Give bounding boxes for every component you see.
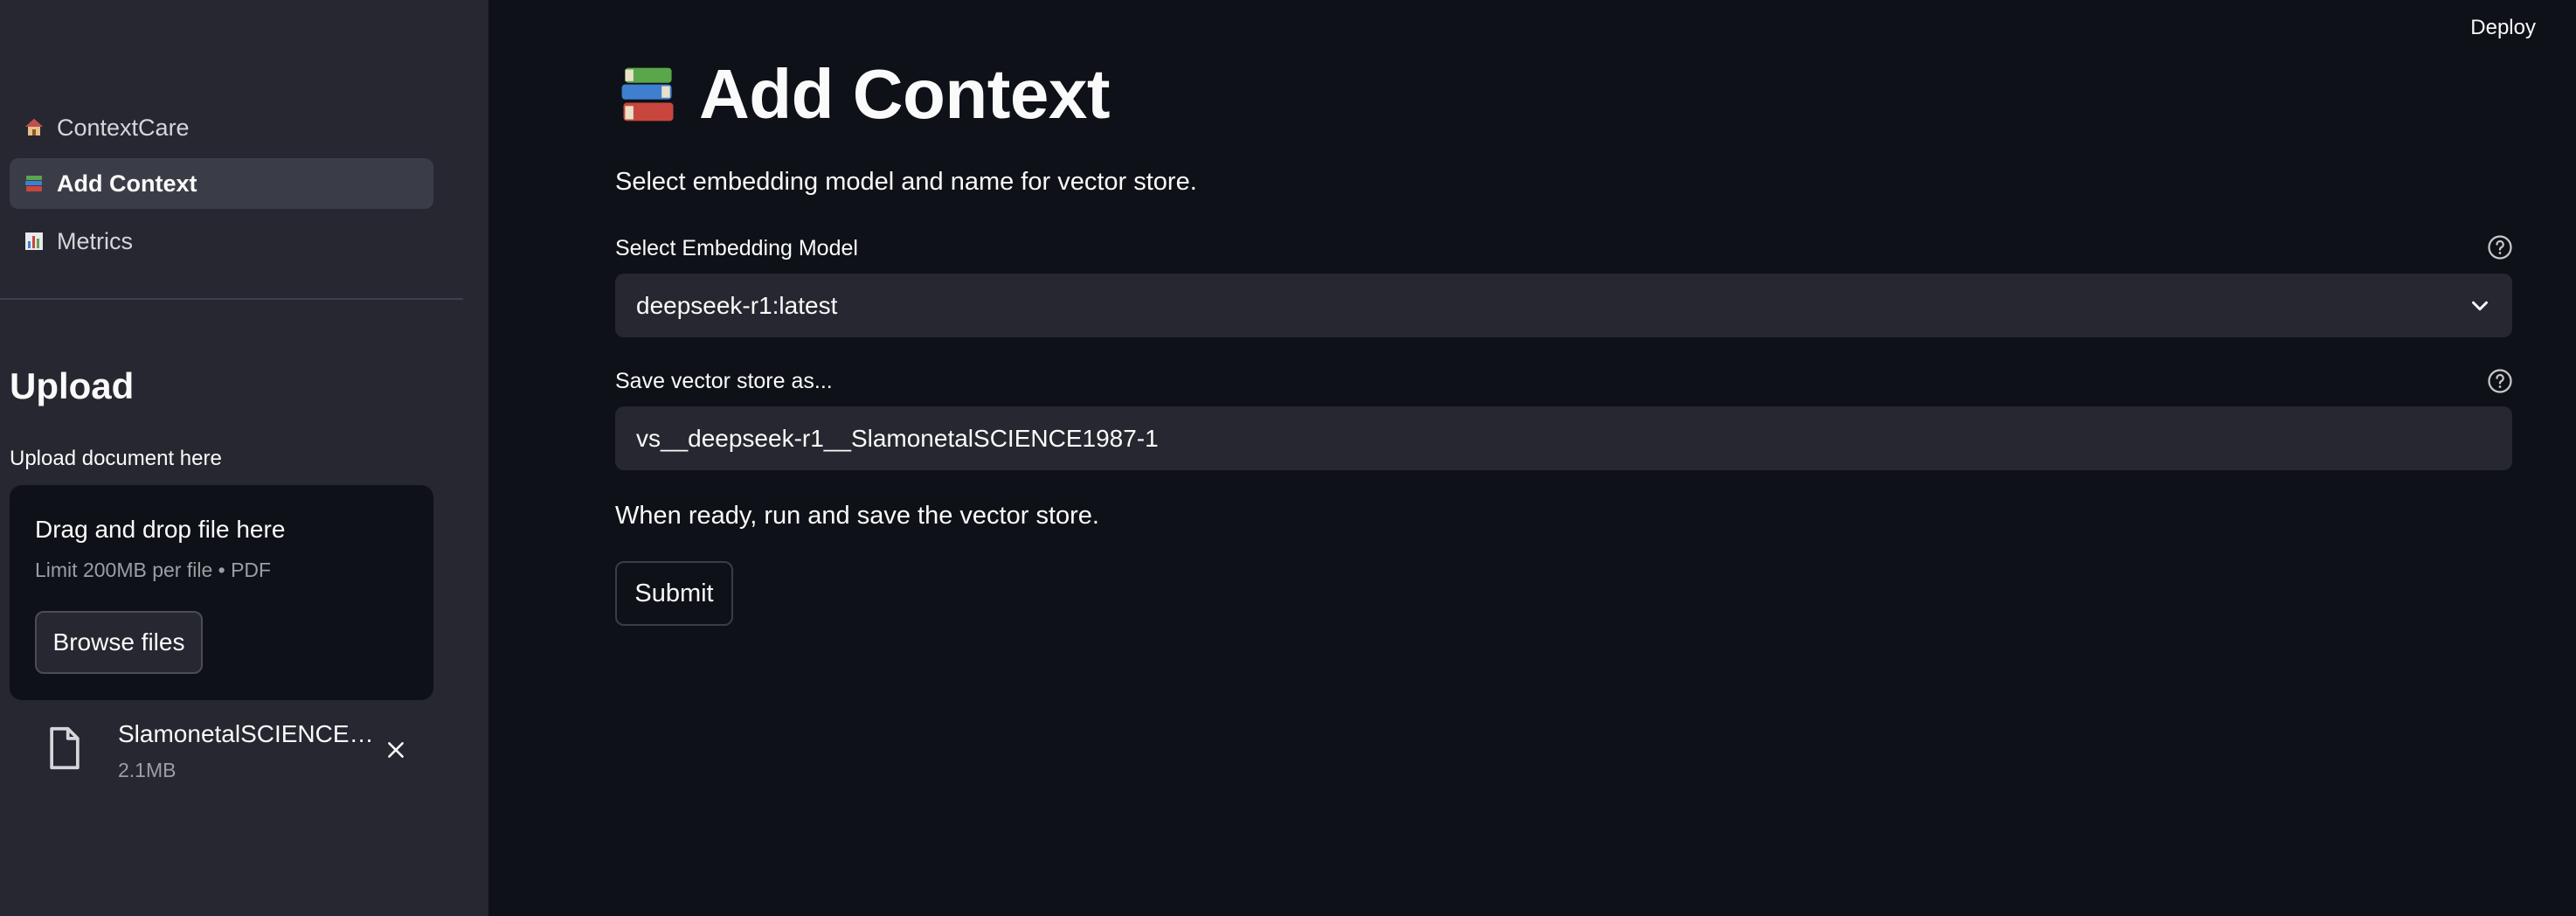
sidebar-item-label: ContextCare: [57, 114, 190, 141]
sidebar-item-label: Metrics: [57, 227, 133, 254]
embedding-model-label: Select Embedding Model: [615, 236, 858, 260]
vector-store-name-input[interactable]: [615, 406, 2512, 470]
embedding-model-select[interactable]: deepseek-r1:latest: [615, 274, 2512, 337]
sidebar-item-metrics[interactable]: Metrics: [10, 216, 433, 267]
ready-text: When ready, run and save the vector stor…: [615, 502, 1099, 530]
file-name: SlamonetalSCIENCE1987-1.pdf: [118, 720, 380, 747]
deploy-button[interactable]: Deploy: [2470, 16, 2536, 40]
file-size: 2.1MB: [118, 759, 177, 781]
submit-button[interactable]: Submit: [615, 561, 733, 626]
page-title: Add Context: [615, 54, 1111, 135]
intro-text: Select embedding model and name for vect…: [615, 168, 1197, 196]
sidebar-item-label: Add Context: [57, 170, 197, 197]
file-icon: [50, 726, 80, 770]
embedding-model-value: deepseek-r1:latest: [636, 292, 838, 319]
chevron-down-icon: [2472, 301, 2488, 311]
page-title-text: Add Context: [699, 55, 1111, 133]
vector-store-name-label: Save vector store as...: [615, 369, 833, 393]
help-icon[interactable]: [2487, 234, 2513, 260]
books-icon: [621, 67, 674, 121]
bar-chart-icon: [22, 229, 46, 253]
sidebar-item-contextcare[interactable]: ContextCare: [10, 102, 433, 153]
dropzone-title: Drag and drop file here: [35, 516, 286, 543]
file-dropzone[interactable]: Drag and drop file here Limit 200MB per …: [10, 485, 433, 700]
help-icon[interactable]: [2487, 368, 2513, 394]
upload-label: Upload document here: [10, 447, 222, 470]
sidebar: ContextCare Add Context Metrics Upload U…: [0, 0, 488, 916]
remove-file-button[interactable]: [378, 732, 413, 767]
sidebar-divider: [0, 298, 463, 300]
books-icon: [22, 171, 46, 196]
uploaded-file: SlamonetalSCIENCE1987-1.pdf 2.1MB: [10, 715, 433, 794]
sidebar-item-add-context[interactable]: Add Context: [10, 158, 433, 209]
close-icon: [388, 742, 404, 758]
dropzone-hint: Limit 200MB per file • PDF: [35, 559, 272, 581]
upload-heading: Upload: [10, 365, 135, 406]
house-icon: [22, 115, 46, 140]
browse-files-button[interactable]: Browse files: [35, 611, 203, 674]
